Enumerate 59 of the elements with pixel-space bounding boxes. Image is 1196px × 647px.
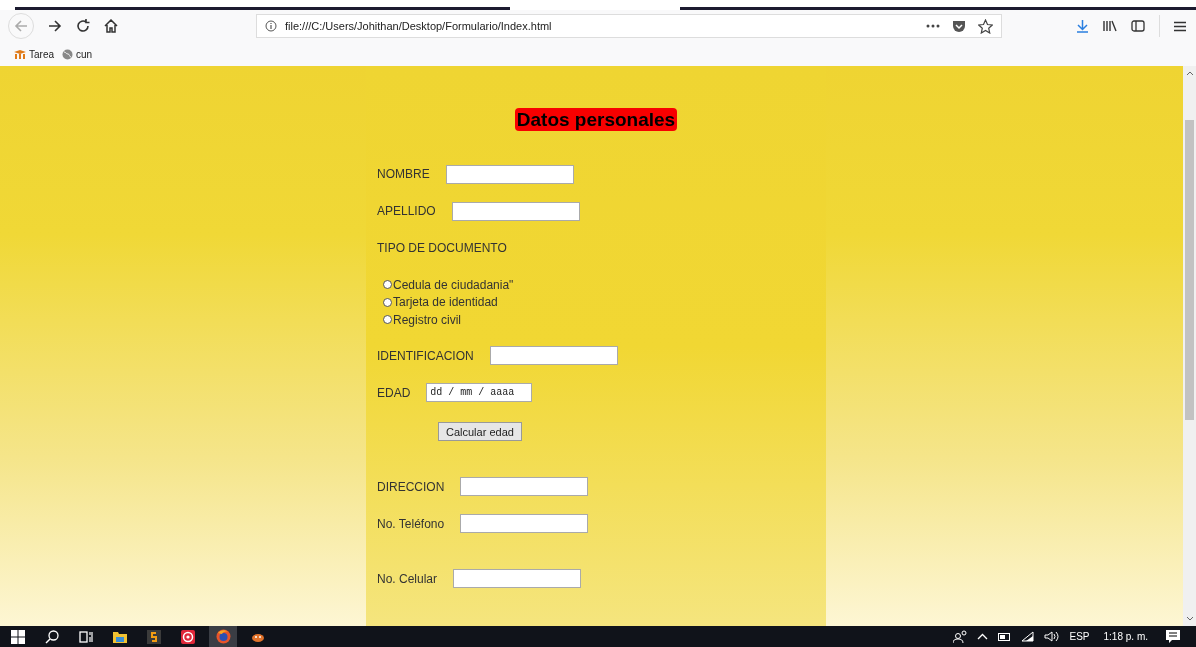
calculate-button[interactable]: Calcular edad [438,422,522,441]
input-field[interactable] [460,477,589,496]
target-icon[interactable] [181,629,195,644]
input-field[interactable] [460,514,589,533]
forward-icon[interactable] [48,19,62,33]
firefox-taskbar-item[interactable] [209,626,237,647]
input-field[interactable] [489,346,618,365]
chevron-up-icon[interactable] [976,633,988,640]
more-icon[interactable] [926,24,940,28]
field-label: No. Celular [377,571,438,586]
bookmark-item[interactable]: Tarea [14,48,54,60]
field-label: DIRECCION [377,479,445,494]
sidebar-icon[interactable] [1131,20,1145,32]
notification-icon[interactable] [1166,630,1180,643]
reload-icon[interactable] [76,19,90,33]
info-icon[interactable] [265,20,277,32]
library-icon[interactable] [1103,20,1117,32]
pocket-icon[interactable] [952,19,966,33]
bookmark-item[interactable]: cun [62,48,93,60]
app-icon[interactable] [147,629,161,644]
address-bar[interactable]: file:///C:/Users/Johithan/Desktop/Formulario/Index.html [256,14,1002,38]
section-label: TIPO DE DOCUMENTO [377,241,507,255]
volume-icon[interactable] [1043,631,1060,642]
radio-label: Tarjeta de identidad [393,295,498,310]
cap-icon [14,49,26,59]
language-indicator[interactable]: ESP [1069,631,1090,642]
field-label: EDAD [377,385,411,400]
scroll-up-icon[interactable] [1185,71,1194,76]
folder-icon[interactable] [113,630,127,643]
wifi-icon[interactable] [1020,631,1034,642]
radio-button[interactable] [383,297,392,307]
clock-text[interactable]: 1:18 p. m. [1103,631,1148,642]
battery-icon[interactable] [997,632,1011,641]
field-label: APELLIDO [377,204,436,218]
radio-button[interactable] [383,315,392,325]
input-field[interactable] [453,569,582,588]
field-label: IDENTIFICACION [377,348,474,363]
globe-icon [62,48,73,60]
download-icon[interactable] [1076,19,1089,33]
start-icon[interactable] [11,629,25,644]
home-icon[interactable] [104,19,118,33]
radio-label: Registro civil [393,312,461,327]
task-view-icon[interactable] [79,629,93,644]
search-icon[interactable] [45,629,59,644]
app-icon[interactable] [251,631,265,642]
url-text: file:///C:/Users/Johithan/Desktop/Formulario/Index.html [285,20,553,32]
date-field[interactable]: dd / mm / aaaa [426,383,533,402]
radio-button[interactable] [383,280,392,290]
scroll-down-icon[interactable] [1185,616,1194,621]
page-title: Datos personales [514,108,678,131]
star-icon[interactable] [978,18,993,34]
radio-label: Cedula de ciudadania" [393,277,514,292]
input-field[interactable] [451,201,580,221]
field-label: No. Teléfono [377,516,445,531]
field-label: NOMBRE [377,167,430,181]
scrollbar-thumb[interactable] [1185,120,1194,420]
input-field[interactable] [445,164,574,184]
menu-icon[interactable] [1174,20,1186,32]
people-icon[interactable] [952,630,967,643]
